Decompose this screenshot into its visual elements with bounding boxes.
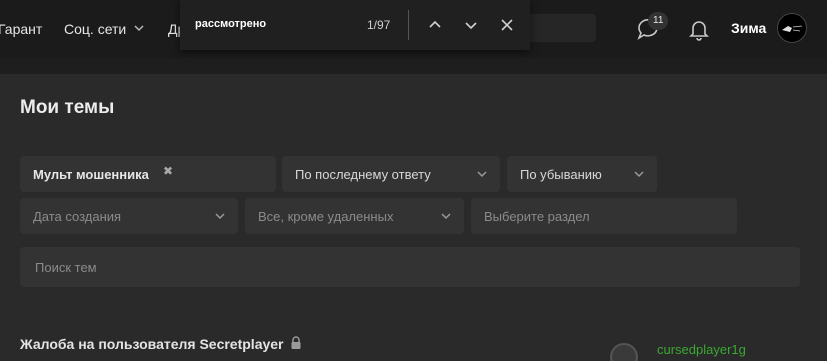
page-title: Мои темы [20, 97, 115, 118]
section-select[interactable]: Выберите раздел [471, 198, 737, 234]
chevron-down-icon [441, 213, 451, 220]
chevron-down-icon [215, 213, 225, 220]
nav-item-social[interactable]: Соц. сети [64, 21, 126, 37]
remove-tag-icon[interactable]: ✖ [163, 164, 173, 178]
sort-order-select[interactable]: По убыванию [507, 156, 657, 192]
tag-filter[interactable]: Мульт мошенника ✖ [20, 156, 276, 192]
lock-icon [291, 336, 301, 349]
avatar[interactable] [777, 13, 807, 43]
bell-icon[interactable] [686, 16, 712, 42]
topic-search [20, 247, 800, 287]
thread-author-name[interactable]: cursedplayer1g [657, 342, 746, 357]
chevron-down-icon[interactable] [462, 16, 480, 34]
find-divider [408, 10, 409, 40]
sort-by-select[interactable]: По последнему ответу [282, 156, 500, 192]
nav-item-garant[interactable]: Гарант [0, 21, 42, 37]
chevron-down-icon[interactable] [133, 23, 145, 33]
notifications-badge: 11 [648, 12, 669, 30]
chevron-down-icon [634, 171, 644, 178]
find-bar: рассмотрено 1/97 [180, 0, 530, 50]
thread-title[interactable]: Жалоба на пользователя Secretplayer [20, 336, 284, 352]
status-filter-select[interactable]: Все, кроме удаленных [245, 198, 464, 234]
sort-by-value: По последнему ответу [295, 167, 431, 182]
chevron-down-icon [477, 171, 487, 178]
sort-order-value: По убыванию [520, 167, 602, 182]
nav-search-box[interactable] [520, 14, 596, 42]
status-filter-value: Все, кроме удаленных [258, 209, 394, 224]
find-match-count: 1/97 [367, 18, 391, 32]
topic-search-input[interactable] [20, 247, 800, 287]
chevron-up-icon[interactable] [426, 16, 444, 34]
close-icon[interactable] [498, 16, 516, 34]
date-filter-value: Дата создания [33, 209, 122, 224]
section-placeholder: Выберите раздел [484, 209, 590, 224]
username[interactable]: Зима [731, 20, 766, 36]
find-query[interactable]: рассмотрено [195, 18, 266, 30]
tag-filter-label: Мульт мошенника [33, 167, 149, 182]
date-filter-select[interactable]: Дата создания [20, 198, 238, 234]
